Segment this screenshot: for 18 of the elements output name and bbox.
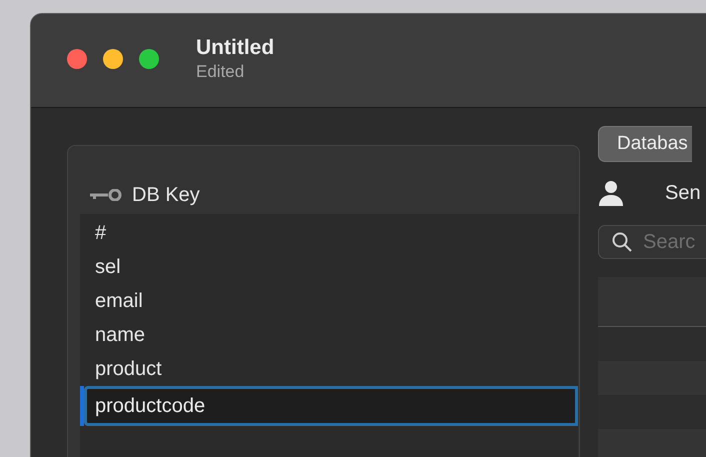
panel-title: DB Key [132,183,200,208]
search-icon [612,232,632,252]
close-button[interactable] [67,48,87,68]
user-label: Sen [665,181,701,206]
database-tab[interactable]: Databas [598,126,692,162]
window-title: Untitled [196,34,274,60]
person-icon [598,180,624,206]
key-input-field[interactable]: productcode [84,386,578,426]
zoom-button[interactable] [139,48,159,68]
key-item[interactable]: name [80,318,578,352]
key-item[interactable]: email [80,284,578,318]
key-item[interactable]: sel [80,250,578,284]
window-subtitle: Edited [196,60,246,82]
key-icon [90,189,122,201]
minimize-button[interactable] [103,48,123,68]
key-item[interactable]: product [80,352,578,386]
search-field[interactable]: Searc [598,225,706,259]
key-item[interactable]: # [80,216,578,250]
